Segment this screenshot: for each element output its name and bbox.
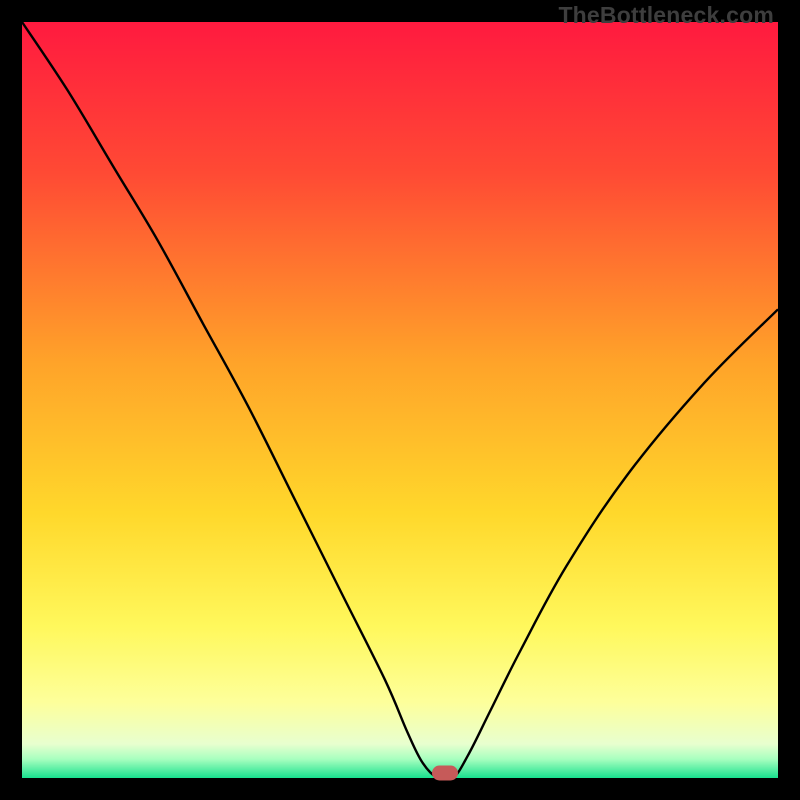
chart-frame: TheBottleneck.com bbox=[0, 0, 800, 800]
bottleneck-curve bbox=[22, 22, 778, 781]
chart-svg bbox=[22, 22, 778, 778]
optimum-marker bbox=[432, 766, 458, 781]
watermark-text: TheBottleneck.com bbox=[558, 2, 774, 29]
